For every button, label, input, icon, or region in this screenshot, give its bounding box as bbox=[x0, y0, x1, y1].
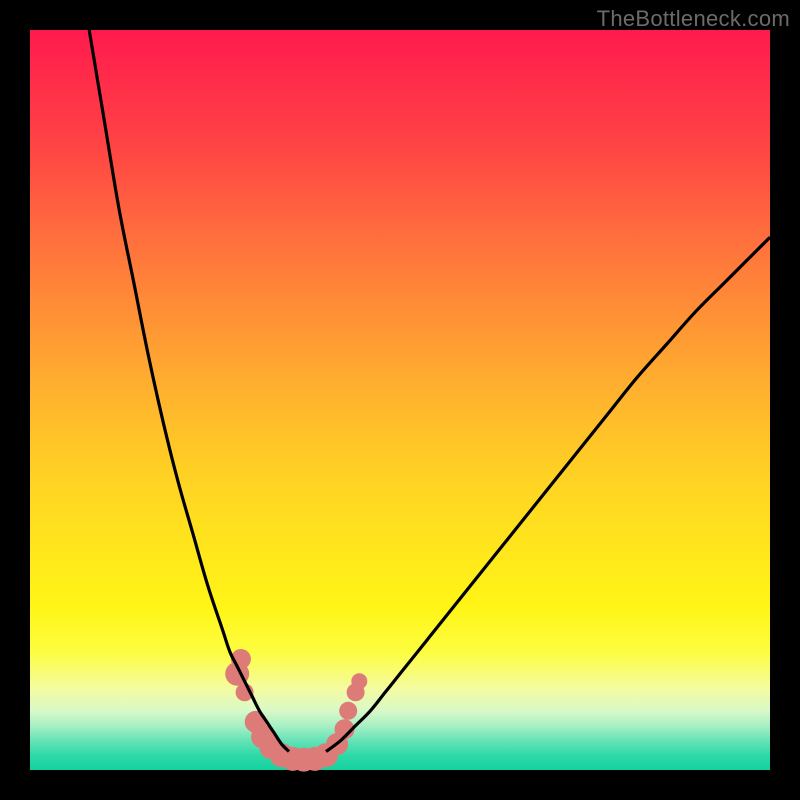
left-curve bbox=[89, 30, 289, 752]
right-curve bbox=[326, 237, 770, 751]
marker-dot bbox=[339, 702, 357, 720]
outer-frame: TheBottleneck.com bbox=[0, 0, 800, 800]
marker-dot bbox=[351, 673, 367, 689]
plot-area bbox=[30, 30, 770, 770]
marker-layer bbox=[225, 649, 367, 772]
chart-svg bbox=[30, 30, 770, 770]
watermark-text: TheBottleneck.com bbox=[597, 6, 790, 32]
